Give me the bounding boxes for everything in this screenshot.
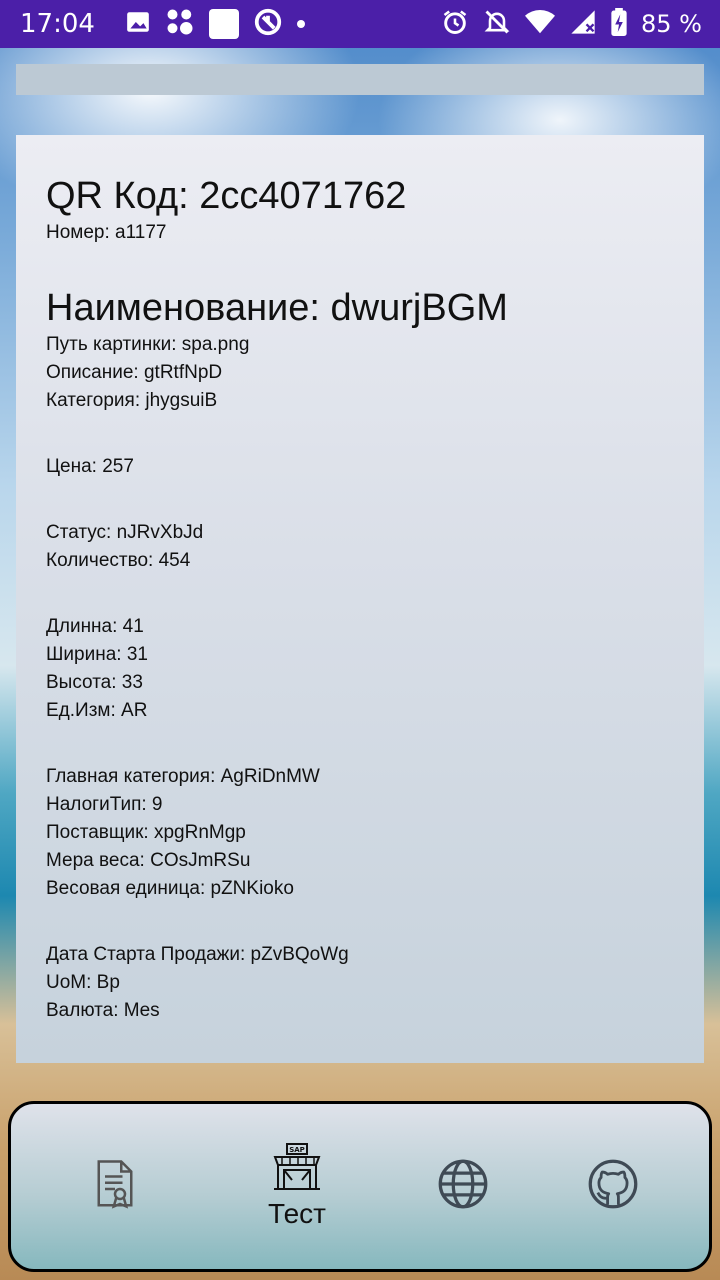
weight-unit-text: Весовая единица: pZNKioko	[46, 878, 294, 899]
nav-item-test[interactable]: SAP Тест	[237, 1104, 357, 1269]
number-text: Номер: a1177	[46, 222, 167, 243]
unit-text: Ед.Изм: AR	[46, 700, 148, 721]
sale-start-date-text: Дата Старта Продажи: pZvBQoWg	[46, 944, 349, 965]
no-signal-icon	[569, 8, 597, 40]
nav-item-web[interactable]	[431, 1104, 495, 1269]
wifi-icon	[525, 9, 556, 39]
bottom-navigation: SAP Тест	[8, 1101, 712, 1272]
more-notifications-icon	[296, 20, 305, 28]
status-bar: 17:04 85 %	[0, 0, 720, 48]
app-notification-icon	[208, 9, 239, 39]
status-bar-right: 85 %	[441, 8, 702, 40]
length-text: Длинна: 41	[46, 616, 144, 637]
quantity-text: Количество: 454	[46, 550, 191, 571]
github-icon	[587, 1158, 639, 1215]
globe-icon	[437, 1158, 489, 1215]
product-card: QR Код: 2cc4071762 Номер: a1177 Наименов…	[16, 135, 704, 1063]
category-text: Категория: jhygsuiB	[46, 390, 218, 411]
gallery-notification-icon	[125, 9, 151, 39]
price-text: Цена: 257	[46, 456, 134, 477]
supplier-text: Поставщик: xpgRnMgp	[46, 822, 246, 843]
battery-percent: 85 %	[641, 10, 702, 38]
battery-icon	[611, 8, 627, 40]
nav-item-certificate[interactable]	[83, 1104, 147, 1269]
svg-text:SAP: SAP	[289, 1146, 305, 1154]
tax-type-text: НалогиТип: 9	[46, 794, 163, 815]
sync-notification-icon	[253, 7, 283, 41]
weight-measure-text: Мера веса: COsJmRSu	[46, 850, 251, 871]
sap-store-icon: SAP	[272, 1143, 322, 1196]
height-text: Высота: 33	[46, 672, 143, 693]
nav-item-github[interactable]	[581, 1104, 645, 1269]
certificate-document-icon	[95, 1159, 135, 1214]
qr-code-title: QR Код: 2cc4071762	[46, 175, 407, 217]
width-text: Ширина: 31	[46, 644, 148, 665]
nav-label-test: Тест	[268, 1198, 326, 1229]
notifications-off-icon	[483, 8, 511, 40]
currency-text: Валюта: Mes	[46, 1000, 160, 1021]
clock: 17:04	[20, 9, 95, 39]
status-bar-left: 17:04	[20, 7, 305, 41]
status-text: Статус: nJRvXbJd	[46, 522, 204, 543]
image-path-text: Путь картинки: spa.png	[46, 334, 250, 355]
uom-text: UoM: Bp	[46, 972, 120, 993]
top-bar	[16, 64, 704, 95]
description-text: Описание: gtRtfNpD	[46, 362, 223, 383]
main-category-text: Главная категория: AgRiDnMW	[46, 766, 320, 787]
alarm-icon	[441, 8, 469, 40]
name-title: Наименование: dwurjBGM	[46, 287, 508, 329]
apps-notification-icon	[165, 7, 195, 41]
